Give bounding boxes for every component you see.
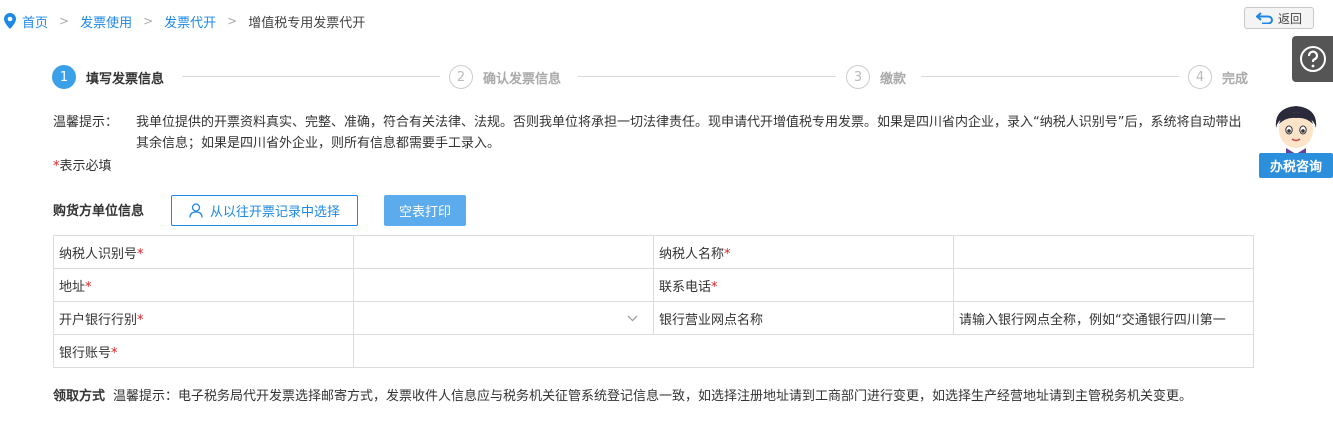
step-label: 填写发票信息 (86, 71, 165, 87)
taxpayer-id-label: 纳税人识别号* (53, 235, 354, 269)
taxpayer-id-input[interactable] (353, 235, 654, 269)
notice-text: 我单位提供的开票资料真实、完整、准确，符合有关法律、法规。否则我单位将承担一切法… (136, 115, 1242, 151)
breadcrumb-separator: > (59, 14, 70, 28)
user-icon (189, 203, 203, 218)
branch-label: 银行营业网点名称 (653, 301, 954, 335)
notice-label: 温馨提示： (53, 115, 119, 130)
address-label: 地址* (53, 268, 354, 302)
consultant-avatar[interactable] (1268, 102, 1324, 156)
account-input[interactable] (353, 334, 1254, 368)
notice: 温馨提示： 我单位提供的开票资料真实、完整、准确，符合有关法律、法规。否则我单位… (53, 112, 1253, 154)
step-fill-info: 1 填写发票信息 (52, 63, 164, 91)
help-button[interactable] (1292, 36, 1333, 82)
table-row: 地址* 联系电话* (53, 268, 1254, 302)
step-label: 完成 (1222, 71, 1249, 87)
breadcrumb-current: 增值税专用发票代开 (248, 15, 366, 31)
phone-input[interactable] (953, 268, 1254, 302)
account-label: 银行账号* (53, 334, 354, 368)
breadcrumb-home[interactable]: 首页 (22, 12, 48, 31)
chevron-down-icon (627, 315, 638, 321)
breadcrumb-invoice-issue[interactable]: 发票代开 (164, 12, 216, 31)
step-connector (578, 76, 836, 77)
select-history-label: 从以往开票记录中选择 (209, 205, 340, 220)
blank-form-print-button[interactable]: 空表打印 (384, 195, 466, 226)
breadcrumb: 首页 > 发票使用 > 发票代开 > 增值税专用发票代开 (4, 11, 365, 31)
breadcrumb-separator: > (227, 14, 238, 28)
address-input[interactable] (353, 268, 654, 302)
buyer-info-table: 纳税人识别号* 纳税人名称* 地址* 联系电话* 开户银行行别* 银行营业网点名… (53, 235, 1254, 368)
step-complete: 4 完成 (1188, 63, 1248, 91)
table-row: 银行账号* (53, 334, 1254, 368)
step-connector (921, 76, 1179, 77)
breadcrumb-separator: > (143, 14, 154, 28)
branch-input[interactable]: 请输入银行网点全称，例如“交通银行四川第一 (953, 301, 1254, 335)
tax-consult-button[interactable]: 办税咨询 (1259, 153, 1333, 178)
bank-select[interactable] (353, 301, 654, 335)
step-payment: 3 缴款 (846, 63, 906, 91)
location-pin-icon (4, 13, 16, 29)
return-arrow-icon (1255, 12, 1273, 24)
back-button[interactable]: 返回 (1244, 7, 1314, 29)
buyer-section-title: 购货方单位信息 (53, 204, 145, 219)
step-progress: 1 填写发票信息 2 确认发票信息 3 缴款 4 完成 (52, 63, 1252, 91)
step-number: 4 (1188, 65, 1212, 89)
breadcrumb-invoice-use[interactable]: 发票使用 (80, 12, 132, 31)
required-note-text: 表示必填 (59, 159, 112, 174)
step-number: 3 (846, 65, 870, 89)
step-connector (182, 76, 440, 77)
table-row: 开户银行行别* 银行营业网点名称 请输入银行网点全称，例如“交通银行四川第一 (53, 301, 1254, 335)
phone-label: 联系电话* (653, 268, 954, 302)
step-number: 1 (52, 65, 76, 89)
step-confirm-info: 2 确认发票信息 (449, 63, 561, 91)
pickup-method: 领取方式 温馨提示：电子税务局代开发票选择邮寄方式，发票收件人信息应与税务机关征管… (53, 386, 1253, 407)
step-label: 确认发票信息 (483, 71, 562, 87)
table-row: 纳税人识别号* 纳税人名称* (53, 235, 1254, 269)
pickup-tip: 温馨提示：电子税务局代开发票选择邮寄方式，发票收件人信息应与税务机关征管系统登记… (113, 389, 1193, 404)
back-button-label: 返回 (1277, 11, 1302, 26)
pickup-label: 领取方式 (53, 389, 106, 404)
required-note: *表示必填 (53, 155, 112, 174)
step-label: 缴款 (880, 71, 907, 87)
question-mark-icon (1299, 46, 1326, 72)
bank-label: 开户银行行别* (53, 301, 354, 335)
step-number: 2 (449, 65, 473, 89)
select-history-button[interactable]: 从以往开票记录中选择 (171, 195, 358, 226)
taxpayer-name-input[interactable] (953, 235, 1254, 269)
taxpayer-name-label: 纳税人名称* (653, 235, 954, 269)
